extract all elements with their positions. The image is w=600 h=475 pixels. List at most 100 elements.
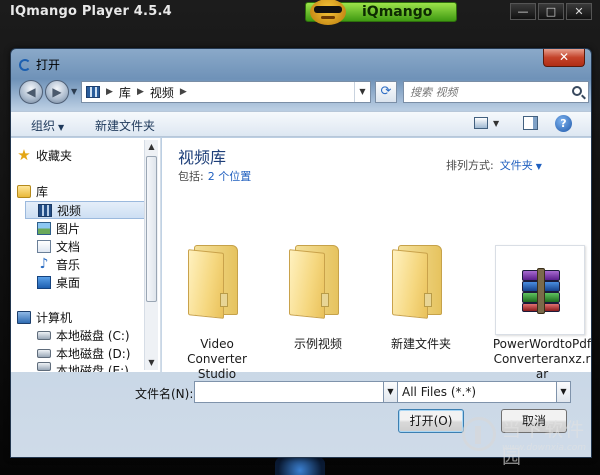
nav-item-label: 音乐 bbox=[56, 257, 81, 272]
includes-label: 包括: bbox=[178, 170, 204, 183]
scrollbar-thumb[interactable] bbox=[146, 156, 157, 302]
breadcrumb-videos[interactable]: 视频 bbox=[150, 84, 174, 101]
filetype-select[interactable]: All Files (*.*) bbox=[397, 381, 557, 403]
video-icon bbox=[38, 203, 52, 217]
nav-item-label: 桌面 bbox=[56, 275, 81, 290]
nav-item-videos[interactable]: 视频 bbox=[25, 201, 153, 219]
file-item-label[interactable]: Video Converter Studio bbox=[169, 337, 265, 382]
winrar-archive-icon bbox=[522, 268, 560, 314]
nav-item-pictures[interactable]: 图片 bbox=[37, 219, 149, 237]
library-icon bbox=[17, 184, 31, 198]
player-window-controls: — □ ✕ bbox=[510, 3, 592, 20]
arrange-by: 排列方式: 文件夹 ▼ bbox=[446, 157, 542, 173]
address-bar[interactable]: ▶ 库 ▶ 视频 ▶ ▼ bbox=[81, 81, 371, 103]
arrange-by-dropdown[interactable]: 文件夹 bbox=[500, 159, 533, 172]
nav-item-label: 库 bbox=[36, 184, 49, 199]
video-library-icon bbox=[86, 86, 100, 98]
watermark-text: 当下软件园 bbox=[502, 419, 587, 468]
drive-icon bbox=[37, 348, 51, 358]
nav-item-label: 图片 bbox=[56, 221, 81, 236]
scroll-up-arrow-icon[interactable]: ▲ bbox=[145, 140, 158, 154]
nav-item-computer[interactable]: 计算机 bbox=[17, 308, 143, 326]
nav-item-drive-c[interactable]: 本地磁盘 (C:) bbox=[37, 326, 149, 344]
command-toolbar: 组织 ▼ 新建文件夹 ▼ ? bbox=[11, 111, 591, 137]
filename-dropdown-button[interactable]: ▼ bbox=[384, 381, 398, 403]
navigation-pane: ★ 收藏夹 库 视频 图片 文档 ♪ 音乐 桌面 计算机 本地磁盘 (C:) 本… bbox=[11, 138, 161, 372]
player-title: IQmango Player 4.5.4 bbox=[10, 4, 172, 19]
computer-icon bbox=[17, 310, 31, 324]
desktop-icon bbox=[37, 275, 51, 289]
nav-item-drive-d[interactable]: 本地磁盘 (D:) bbox=[37, 344, 149, 362]
address-dropdown-button[interactable]: ▼ bbox=[354, 82, 370, 102]
folder-icon[interactable] bbox=[392, 245, 450, 319]
nav-item-label: 本地磁盘 (E:) bbox=[56, 364, 129, 372]
filename-label: 文件名(N): bbox=[135, 387, 194, 401]
view-options-dropdown[interactable]: ▼ bbox=[493, 119, 499, 128]
star-icon: ★ bbox=[17, 145, 31, 164]
chevron-right-icon[interactable]: ▶ bbox=[180, 87, 187, 97]
nav-item-music[interactable]: ♪ 音乐 bbox=[37, 255, 149, 273]
watermark-url: www.downxia.com bbox=[502, 443, 587, 453]
breadcrumb-library[interactable]: 库 bbox=[119, 84, 131, 101]
back-button[interactable]: ◀ bbox=[19, 80, 43, 104]
nav-item-label: 文档 bbox=[56, 239, 81, 254]
search-input[interactable] bbox=[404, 82, 566, 102]
dialog-title: 打开 bbox=[36, 58, 61, 72]
nav-item-label: 视频 bbox=[57, 203, 82, 218]
arrange-label: 排列方式: bbox=[446, 159, 494, 172]
nav-item-label: 本地磁盘 (C:) bbox=[56, 328, 130, 343]
file-item-label[interactable]: PowerWordtoPdfConverteranxz.rar bbox=[492, 337, 591, 382]
picture-icon bbox=[37, 221, 51, 235]
includes-locations-link[interactable]: 2 个位置 bbox=[208, 170, 252, 183]
chevron-right-icon[interactable]: ▶ bbox=[137, 87, 144, 97]
watermark-logo-icon bbox=[462, 417, 496, 451]
folder-icon[interactable] bbox=[289, 245, 347, 319]
minimize-button[interactable]: — bbox=[510, 3, 536, 20]
folder-icon[interactable] bbox=[188, 245, 246, 319]
document-icon bbox=[37, 239, 51, 253]
file-item-label[interactable]: 新建文件夹 bbox=[373, 337, 469, 352]
navigation-bar: ◀ ▶ ▼ ▶ 库 ▶ 视频 ▶ ▼ ⟳ bbox=[17, 79, 589, 105]
music-icon: ♪ bbox=[39, 255, 49, 272]
brand-text: iQmango bbox=[362, 4, 433, 20]
preview-pane-icon[interactable] bbox=[523, 116, 538, 130]
new-folder-button[interactable]: 新建文件夹 bbox=[95, 117, 155, 134]
smiley-icon bbox=[310, 0, 346, 25]
maximize-button[interactable]: □ bbox=[538, 3, 564, 20]
nav-item-label: 计算机 bbox=[36, 310, 73, 325]
watermark: 当下软件园 www.downxia.com bbox=[462, 413, 596, 468]
filetype-dropdown-button[interactable]: ▼ bbox=[557, 381, 571, 403]
file-list-pane: 视频库 包括: 2 个位置 排列方式: 文件夹 ▼ Video Converter S… bbox=[162, 138, 591, 381]
player-close-button[interactable]: ✕ bbox=[566, 3, 592, 20]
drive-icon bbox=[37, 362, 51, 371]
open-button[interactable]: 打开(O) bbox=[398, 409, 464, 433]
nav-item-desktop[interactable]: 桌面 bbox=[37, 273, 149, 291]
scroll-down-arrow-icon[interactable]: ▼ bbox=[145, 356, 158, 370]
nav-item-libraries[interactable]: 库 bbox=[17, 182, 143, 200]
nav-item-label: 本地磁盘 (D:) bbox=[56, 346, 131, 361]
forward-button[interactable]: ▶ bbox=[45, 80, 69, 104]
change-view-icon[interactable] bbox=[474, 117, 488, 129]
nav-pane-scrollbar[interactable]: ▲ ▼ bbox=[144, 140, 158, 370]
nav-item-documents[interactable]: 文档 bbox=[37, 237, 149, 255]
organize-label: 组织 bbox=[31, 119, 56, 133]
search-icon[interactable] bbox=[572, 86, 582, 96]
search-box[interactable] bbox=[403, 81, 589, 103]
recent-pages-dropdown[interactable]: ▼ bbox=[71, 87, 77, 96]
app-icon bbox=[19, 58, 31, 71]
file-item-label[interactable]: 示例视频 bbox=[270, 337, 366, 352]
library-title: 视频库 bbox=[178, 148, 227, 167]
chevron-down-icon[interactable]: ▼ bbox=[536, 162, 542, 171]
library-includes: 包括: 2 个位置 bbox=[178, 168, 251, 184]
chevron-right-icon[interactable]: ▶ bbox=[106, 87, 113, 97]
nav-item-favorites[interactable]: ★ 收藏夹 bbox=[17, 146, 143, 164]
refresh-button[interactable]: ⟳ bbox=[375, 81, 397, 103]
brand-logo: iQmango bbox=[305, 0, 457, 25]
organize-button[interactable]: 组织 ▼ bbox=[31, 117, 64, 134]
help-icon[interactable]: ? bbox=[555, 115, 572, 132]
dialog-close-button[interactable]: ✕ bbox=[543, 49, 585, 67]
filename-input[interactable] bbox=[194, 381, 384, 403]
dialog-titlebar: 打开 bbox=[19, 56, 60, 73]
nav-item-drive-e[interactable]: 本地磁盘 (E:) bbox=[37, 362, 149, 372]
rar-file-thumbnail[interactable] bbox=[495, 245, 585, 335]
